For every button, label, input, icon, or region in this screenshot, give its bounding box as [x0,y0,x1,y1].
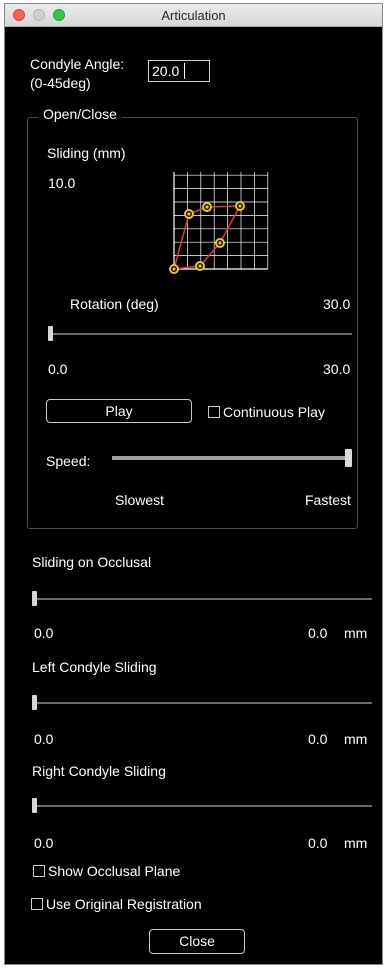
sliding-on-occlusal-track[interactable] [32,598,372,600]
speed-label: Speed: [46,453,91,469]
rotation-max-top-label: 30.0 [323,296,351,312]
sliding-on-occlusal-min: 0.0 [34,625,54,641]
left-condyle-sliding-label: Left Condyle Sliding [32,659,157,675]
speed-slider-track[interactable] [112,456,349,460]
open-close-path-chart[interactable] [163,169,283,279]
condyle-angle-label: Condyle Angle: [30,56,125,72]
sliding-on-occlusal-thumb[interactable] [32,591,37,606]
chart-control-point-center [218,241,222,245]
condyle-angle-input[interactable] [148,60,210,82]
right-condyle-sliding-label: Right Condyle Sliding [32,763,166,779]
right-condyle-sliding-track[interactable] [32,805,372,807]
continuous-play-label: Continuous Play [223,404,325,420]
chart-grid [173,172,269,270]
sliding-on-occlusal-label: Sliding on Occlusal [32,554,152,570]
right-condyle-sliding-min: 0.0 [34,835,54,851]
speed-fastest-label: Fastest [305,492,351,508]
chart-control-point-center [198,264,202,268]
sliding-label: Sliding (mm) [47,145,126,161]
show-occlusal-plane-label: Show Occlusal Plane [48,863,181,879]
show-occlusal-plane-checkbox[interactable] [33,865,45,877]
chart-points [169,201,245,274]
sliding-on-occlusal-unit: mm [344,625,368,641]
left-condyle-sliding-min: 0.0 [34,731,54,747]
text-caret [184,63,185,79]
rotation-slider-thumb[interactable] [48,326,53,341]
use-original-registration-checkbox[interactable] [31,898,43,910]
chart-control-point-center [172,267,176,271]
sliding-on-occlusal-value: 0.0 [308,625,328,641]
title-bar[interactable]: Articulation [5,4,382,27]
rotation-slider-track[interactable] [48,333,352,335]
close-button[interactable]: Close [149,929,245,954]
speed-slowest-label: Slowest [115,492,165,508]
left-condyle-sliding-thumb[interactable] [32,695,37,710]
chart-control-point-center [187,212,191,216]
chart-control-point-center [238,204,242,208]
play-button[interactable]: Play [46,399,192,423]
open-close-group-label: Open/Close [38,106,122,122]
right-condyle-sliding-unit: mm [344,835,368,851]
right-condyle-sliding-thumb[interactable] [32,798,37,813]
rotation-label: Rotation (deg) [70,296,159,312]
left-condyle-sliding-unit: mm [344,731,368,747]
speed-slider-thumb[interactable] [345,449,352,467]
window-title: Articulation [161,8,226,23]
rotation-min-label: 0.0 [48,361,68,377]
continuous-play-checkbox[interactable] [208,406,220,418]
left-condyle-sliding-track[interactable] [32,702,372,704]
condyle-angle-range-label: (0-45deg) [30,75,91,91]
left-condyle-sliding-value: 0.0 [308,731,328,747]
sliding-max-value: 10.0 [48,175,76,191]
chart-control-point-center [205,205,209,209]
right-condyle-sliding-value: 0.0 [308,835,328,851]
use-original-registration-label: Use Original Registration [46,896,202,912]
rotation-max-label: 30.0 [323,361,351,377]
